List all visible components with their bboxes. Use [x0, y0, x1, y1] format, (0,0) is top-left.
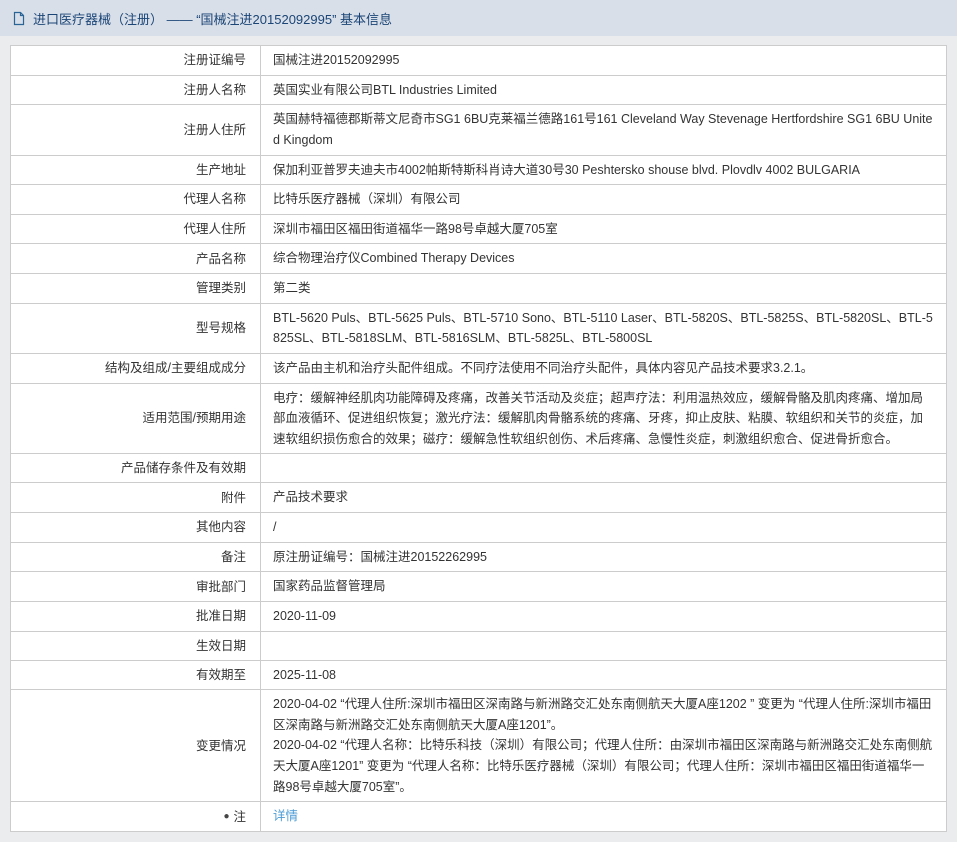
- row-label: 管理类别: [11, 274, 261, 303]
- row-label: 有效期至: [11, 661, 261, 690]
- table-row: 生效日期: [11, 632, 946, 661]
- table-row: 其他内容/: [11, 513, 946, 543]
- row-label: 产品名称: [11, 244, 261, 273]
- info-table: 注册证编号国械注进20152092995注册人名称英国实业有限公司BTL Ind…: [10, 45, 947, 832]
- table-row: 产品名称综合物理治疗仪Combined Therapy Devices: [11, 244, 946, 274]
- table-row: 产品储存条件及有效期: [11, 454, 946, 483]
- row-value: 比特乐医疗器械（深圳）有限公司: [261, 185, 946, 214]
- row-value: 2025-11-08: [261, 661, 946, 690]
- row-value: /: [261, 513, 946, 542]
- detail-link[interactable]: 详情: [273, 806, 298, 827]
- row-value: 英国实业有限公司BTL Industries Limited: [261, 76, 946, 105]
- row-value: 国家药品监督管理局: [261, 572, 946, 601]
- row-value: 国械注进20152092995: [261, 46, 946, 75]
- row-label: 适用范围/预期用途: [11, 384, 261, 454]
- row-label: 其他内容: [11, 513, 261, 542]
- table-row: 型号规格BTL-5620 Puls、BTL-5625 Puls、BTL-5710…: [11, 304, 946, 354]
- row-label: 审批部门: [11, 572, 261, 601]
- row-label: 附件: [11, 483, 261, 512]
- table-row: 变更情况2020-04-02 “代理人住所:深圳市福田区深南路与新洲路交汇处东南…: [11, 690, 946, 802]
- row-label: 结构及组成/主要组成成分: [11, 354, 261, 383]
- page-header: 进口医疗器械（注册） —— “国械注进20152092995” 基本信息: [0, 0, 957, 36]
- row-label: 注册人住所: [11, 105, 261, 154]
- table-row: 批准日期2020-11-09: [11, 602, 946, 632]
- table-row: 有效期至2025-11-08: [11, 661, 946, 691]
- table-row: 代理人住所深圳市福田区福田街道福华一路98号卓越大厦705室: [11, 215, 946, 245]
- row-value: 英国赫特福德郡斯蒂文尼奇市SG1 6BU克莱福兰德路161号161 Clevel…: [261, 105, 946, 154]
- row-label: 批准日期: [11, 602, 261, 631]
- table-row: 注册证编号国械注进20152092995: [11, 46, 946, 76]
- table-row: 管理类别第二类: [11, 274, 946, 304]
- row-value: 详情: [261, 802, 946, 831]
- table-row: 附件产品技术要求: [11, 483, 946, 513]
- table-row: ●注详情: [11, 802, 946, 831]
- row-value: 第二类: [261, 274, 946, 303]
- table-row: 适用范围/预期用途电疗：缓解神经肌肉功能障碍及疼痛，改善关节活动及炎症；超声疗法…: [11, 384, 946, 455]
- table-row: 审批部门国家药品监督管理局: [11, 572, 946, 602]
- row-value: 该产品由主机和治疗头配件组成。不同疗法使用不同治疗头配件，具体内容见产品技术要求…: [261, 354, 946, 383]
- row-label: ●注: [11, 802, 261, 831]
- table-row: 备注原注册证编号：国械注进20152262995: [11, 543, 946, 573]
- row-value: 电疗：缓解神经肌肉功能障碍及疼痛，改善关节活动及炎症；超声疗法：利用温热效应，缓…: [261, 384, 946, 454]
- row-label: 变更情况: [11, 690, 261, 801]
- table-row: 代理人名称比特乐医疗器械（深圳）有限公司: [11, 185, 946, 215]
- row-value: BTL-5620 Puls、BTL-5625 Puls、BTL-5710 Son…: [261, 304, 946, 353]
- table-row: 注册人住所英国赫特福德郡斯蒂文尼奇市SG1 6BU克莱福兰德路161号161 C…: [11, 105, 946, 155]
- row-label: 产品储存条件及有效期: [11, 454, 261, 482]
- page-title: 进口医疗器械（注册） —— “国械注进20152092995” 基本信息: [33, 9, 392, 28]
- row-label: 生效日期: [11, 632, 261, 660]
- row-label: 备注: [11, 543, 261, 572]
- row-label: 型号规格: [11, 304, 261, 353]
- row-value: 产品技术要求: [261, 483, 946, 512]
- row-value: 原注册证编号：国械注进20152262995: [261, 543, 946, 572]
- row-label: 代理人名称: [11, 185, 261, 214]
- note-icon: ●: [223, 812, 229, 822]
- row-value: 2020-04-02 “代理人住所:深圳市福田区深南路与新洲路交汇处东南侧航天大…: [261, 690, 946, 801]
- row-value: [261, 454, 946, 482]
- row-value: 深圳市福田区福田街道福华一路98号卓越大厦705室: [261, 215, 946, 244]
- page: 进口医疗器械（注册） —— “国械注进20152092995” 基本信息 注册证…: [0, 0, 957, 832]
- row-label: 代理人住所: [11, 215, 261, 244]
- row-label: 注册证编号: [11, 46, 261, 75]
- row-label: 生产地址: [11, 156, 261, 185]
- row-value: [261, 632, 946, 660]
- row-value: 保加利亚普罗夫迪夫市4002帕斯特斯科肖诗大道30号30 Peshtersko …: [261, 156, 946, 185]
- table-row: 生产地址保加利亚普罗夫迪夫市4002帕斯特斯科肖诗大道30号30 Peshter…: [11, 156, 946, 186]
- table-row: 结构及组成/主要组成成分该产品由主机和治疗头配件组成。不同疗法使用不同治疗头配件…: [11, 354, 946, 384]
- row-value: 综合物理治疗仪Combined Therapy Devices: [261, 244, 946, 273]
- document-icon: [12, 11, 26, 26]
- table-row: 注册人名称英国实业有限公司BTL Industries Limited: [11, 76, 946, 106]
- row-label: 注册人名称: [11, 76, 261, 105]
- row-value: 2020-11-09: [261, 602, 946, 631]
